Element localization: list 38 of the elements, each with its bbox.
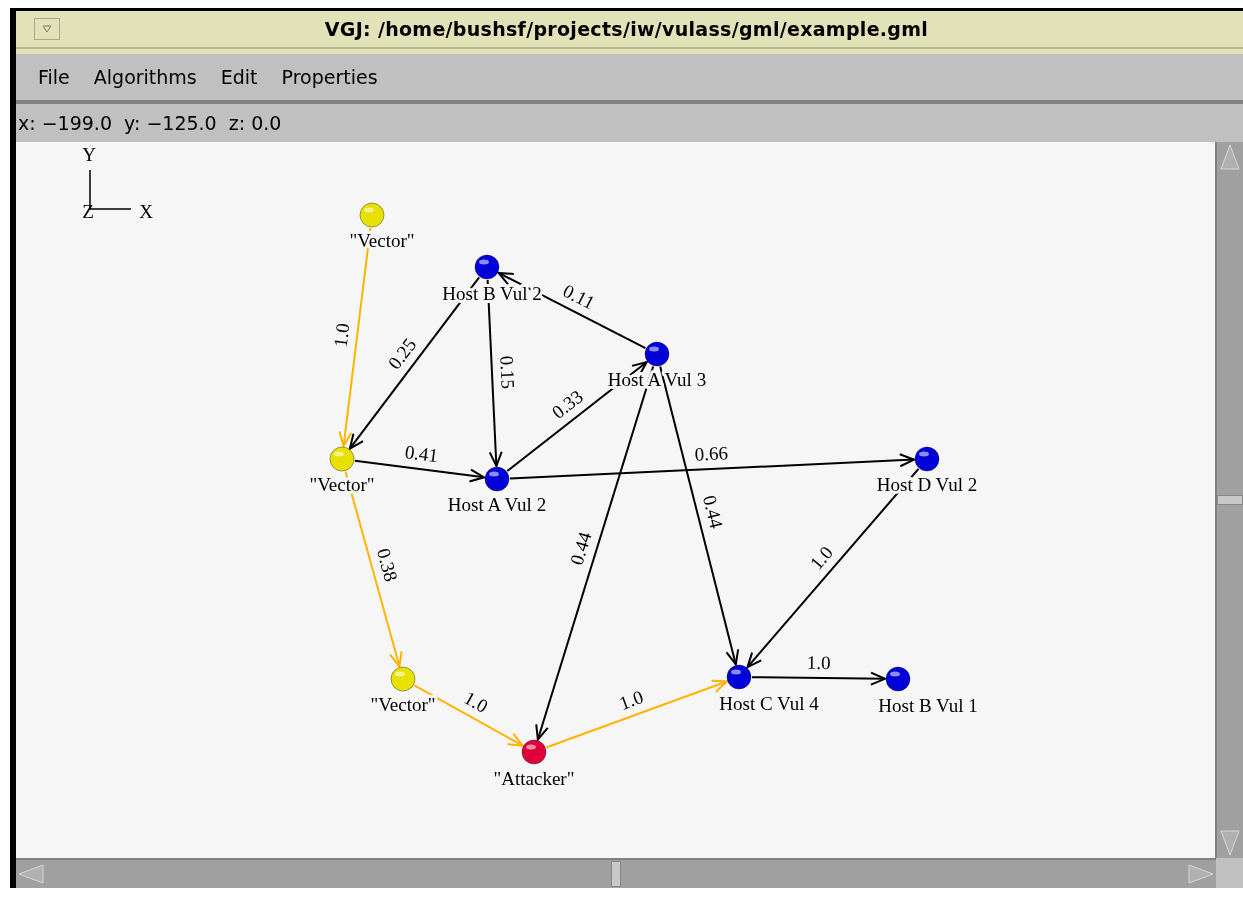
- edge-label: 1.0: [616, 686, 646, 714]
- edge-label: 1.0: [460, 687, 492, 717]
- scroll-right-icon[interactable]: [1186, 863, 1216, 885]
- node-label: "Attacker": [493, 768, 575, 789]
- node-label: Host C Vul 4: [719, 693, 819, 714]
- menu-item[interactable]: Properties: [271, 64, 388, 90]
- edge-label: 1.0: [806, 651, 831, 674]
- scroll-down-icon[interactable]: [1219, 828, 1241, 858]
- edge-label: 0.38: [372, 546, 402, 584]
- edge-label: 0.25: [383, 334, 421, 374]
- triangle-icon: [42, 25, 52, 33]
- edge-label: 1.0: [329, 322, 354, 349]
- edge-label: 0.41: [403, 441, 440, 467]
- edge-label: 0.44: [698, 493, 728, 531]
- window-menu-button[interactable]: [34, 18, 60, 40]
- vertical-scrollbar[interactable]: [1215, 142, 1243, 858]
- scroll-left-icon[interactable]: [16, 863, 46, 885]
- menu-item[interactable]: File: [28, 64, 80, 90]
- scroll-up-icon[interactable]: [1219, 142, 1241, 172]
- node-label: Host A Vul 2: [447, 494, 547, 515]
- node-label: Host B Vul 1: [878, 695, 978, 716]
- axis-label: Y: [82, 144, 96, 165]
- node-label: "Vector": [370, 694, 436, 715]
- menu-item[interactable]: Edit: [210, 64, 268, 90]
- window-title: VGJ: /home/bushsf/projects/iw/vulass/gml/example.gml: [323, 18, 930, 40]
- axis-label: Z: [82, 201, 94, 222]
- axis-label: X: [139, 201, 153, 222]
- edge-label: 0.44: [565, 529, 596, 568]
- edge-label: 1.0: [805, 542, 837, 574]
- edge-label: 0.66: [694, 442, 729, 465]
- edge-label: 0.33: [547, 385, 587, 423]
- edge-label: 0.15: [496, 355, 519, 390]
- scroll-thumb[interactable]: [611, 861, 621, 887]
- menu-item[interactable]: Algorithms: [83, 64, 207, 90]
- scroll-thumb[interactable]: [1217, 495, 1243, 505]
- edge-label: 0.11: [559, 279, 599, 314]
- coordinate-readout: x: −199.0 y: −125.0 z: 0.0: [18, 112, 282, 134]
- horizontal-scrollbar[interactable]: [16, 858, 1216, 888]
